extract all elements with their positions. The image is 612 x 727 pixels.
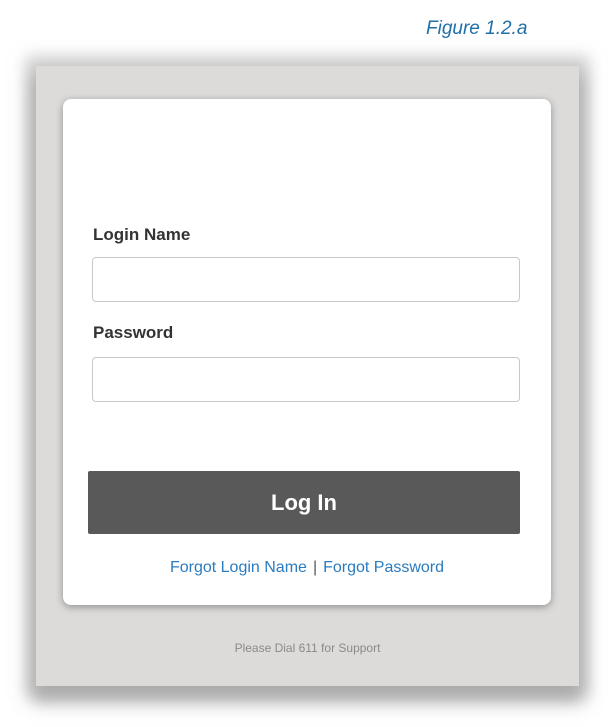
forgot-login-name-link[interactable]: Forgot Login Name bbox=[170, 559, 307, 576]
screenshot-frame: Login Name Password Log In Forgot Login … bbox=[36, 66, 579, 686]
page: Figure 1.2.a Login Name Password Log In … bbox=[0, 0, 612, 727]
login-card: Login Name Password Log In Forgot Login … bbox=[63, 99, 551, 605]
password-label: Password bbox=[93, 323, 174, 342]
log-in-button[interactable]: Log In bbox=[88, 471, 520, 534]
login-name-label: Login Name bbox=[93, 225, 191, 244]
login-name-input[interactable] bbox=[92, 257, 520, 302]
password-input[interactable] bbox=[92, 357, 520, 402]
recovery-links: Forgot Login Name | Forgot Password bbox=[63, 559, 551, 577]
figure-caption: Figure 1.2.a bbox=[426, 18, 528, 39]
forgot-password-link[interactable]: Forgot Password bbox=[323, 559, 444, 576]
link-separator: | bbox=[312, 559, 318, 576]
support-note: Please Dial 611 for Support bbox=[234, 641, 381, 655]
